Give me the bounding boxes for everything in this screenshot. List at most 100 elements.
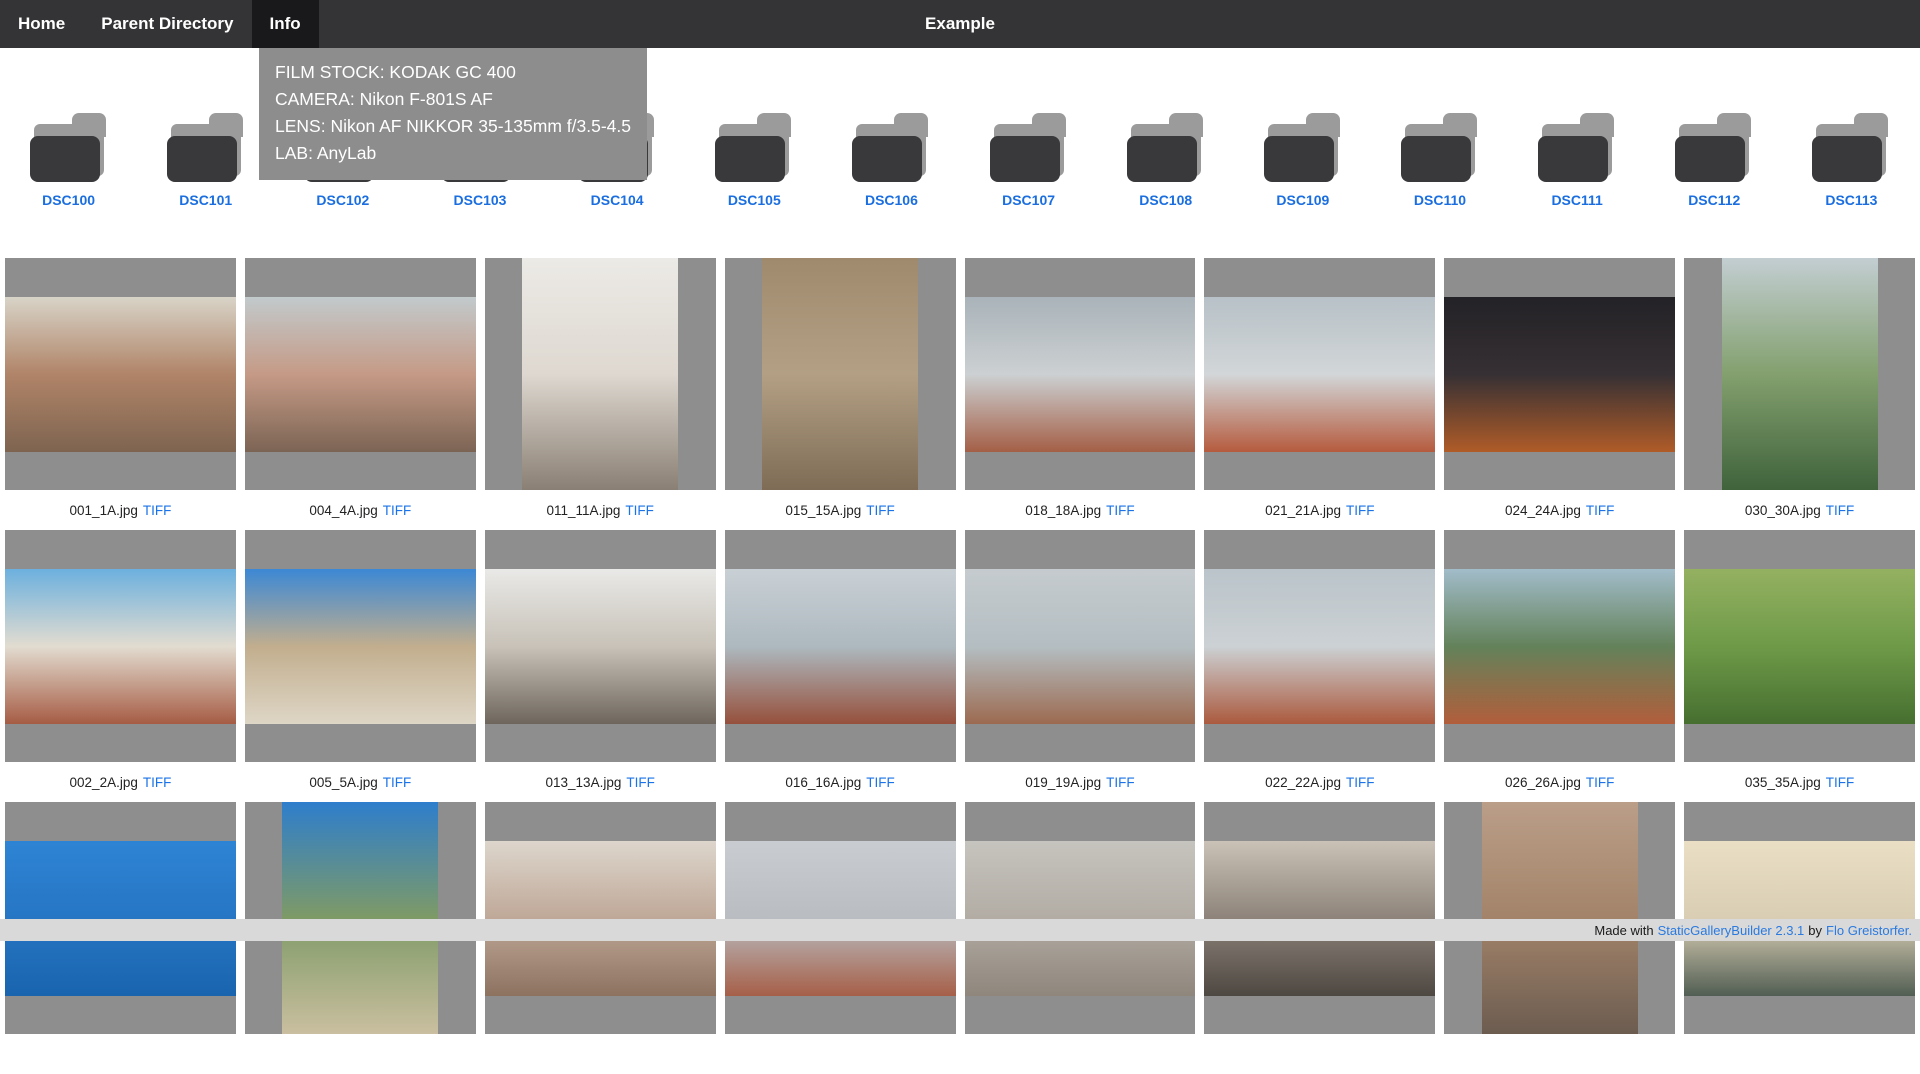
image-filename: 026_26A.jpg <box>1505 775 1581 790</box>
photo-image <box>1444 297 1675 452</box>
thumbnail[interactable] <box>1204 258 1435 490</box>
thumbnail[interactable] <box>725 258 956 490</box>
thumbnail-caption: 024_24A.jpg TIFF <box>1444 490 1675 530</box>
tiff-link[interactable]: TIFF <box>1586 775 1615 790</box>
thumbnail-caption: 004_4A.jpg TIFF <box>245 490 476 530</box>
gallery-cell: 002_2A.jpg TIFF <box>5 530 236 802</box>
thumbnail-caption: 013_13A.jpg TIFF <box>485 762 716 802</box>
thumbnail-caption: 019_19A.jpg TIFF <box>965 762 1196 802</box>
gallery-cell: 019_19A.jpg TIFF <box>965 530 1196 802</box>
tiff-link[interactable]: TIFF <box>866 503 895 518</box>
gallery-cell: 022_22A.jpg TIFF <box>1204 530 1435 802</box>
thumbnail-caption <box>1204 1034 1435 1074</box>
thumbnail[interactable] <box>1684 802 1915 1034</box>
thumbnail-caption: 021_21A.jpg TIFF <box>1204 490 1435 530</box>
folder-link-dsc112[interactable]: DSC112 <box>1646 104 1783 208</box>
tiff-link[interactable]: TIFF <box>1346 503 1375 518</box>
tiff-link[interactable]: TIFF <box>383 503 412 518</box>
author-link[interactable]: Flo Greistorfer. <box>1826 923 1912 938</box>
photo-image <box>762 258 918 490</box>
thumbnail-caption: 011_11A.jpg TIFF <box>485 490 716 530</box>
thumbnail[interactable] <box>725 530 956 762</box>
folder-link-dsc110[interactable]: DSC110 <box>1371 104 1508 208</box>
folder-link-dsc108[interactable]: DSC108 <box>1097 104 1234 208</box>
thumbnail[interactable] <box>965 530 1196 762</box>
tiff-link[interactable]: TIFF <box>625 503 654 518</box>
tiff-link[interactable]: TIFF <box>1826 775 1855 790</box>
nav-item-parent-directory[interactable]: Parent Directory <box>83 0 251 48</box>
folder-icon <box>1118 104 1214 184</box>
tiff-link[interactable]: TIFF <box>1106 775 1135 790</box>
thumbnail[interactable] <box>965 802 1196 1034</box>
folder-label: DSC107 <box>1002 192 1055 208</box>
tiff-link[interactable]: TIFF <box>143 775 172 790</box>
thumbnail[interactable] <box>965 258 1196 490</box>
folder-icon-front <box>990 136 1060 182</box>
folder-link-dsc101[interactable]: DSC101 <box>137 104 274 208</box>
thumbnail-caption: 001_1A.jpg TIFF <box>5 490 236 530</box>
thumbnail[interactable] <box>245 530 476 762</box>
nav-item-info[interactable]: Info <box>252 0 319 48</box>
thumbnail[interactable] <box>485 530 716 762</box>
folder-link-dsc109[interactable]: DSC109 <box>1234 104 1371 208</box>
thumbnail[interactable] <box>1204 802 1435 1034</box>
tiff-link[interactable]: TIFF <box>1106 503 1135 518</box>
static-gallery-builder-link[interactable]: StaticGalleryBuilder 2.3.1 <box>1658 923 1805 938</box>
thumbnail[interactable] <box>485 802 716 1034</box>
thumbnail[interactable] <box>5 530 236 762</box>
thumbnail[interactable] <box>1444 258 1675 490</box>
folder-link-dsc100[interactable]: DSC100 <box>0 104 137 208</box>
tiff-link[interactable]: TIFF <box>143 503 172 518</box>
photo-image <box>725 841 956 996</box>
folder-icon <box>1529 104 1625 184</box>
thumbnail[interactable] <box>245 802 476 1034</box>
thumbnail-caption <box>1684 1034 1915 1074</box>
folder-icon <box>1255 104 1351 184</box>
thumbnail[interactable] <box>1444 530 1675 762</box>
photo-image <box>245 569 476 724</box>
thumbnail-caption: 030_30A.jpg TIFF <box>1684 490 1915 530</box>
thumbnail[interactable] <box>1684 530 1915 762</box>
folder-link-dsc106[interactable]: DSC106 <box>823 104 960 208</box>
folder-link-dsc107[interactable]: DSC107 <box>960 104 1097 208</box>
folder-link-dsc111[interactable]: DSC111 <box>1509 104 1646 208</box>
footer: Made with StaticGalleryBuilder 2.3.1 by … <box>0 919 1920 941</box>
tiff-link[interactable]: TIFF <box>1346 775 1375 790</box>
nav-item-home[interactable]: Home <box>0 0 83 48</box>
thumbnail[interactable] <box>1684 258 1915 490</box>
thumbnail[interactable] <box>5 258 236 490</box>
thumbnail[interactable] <box>725 802 956 1034</box>
folder-icon <box>158 104 254 184</box>
tiff-link[interactable]: TIFF <box>626 775 655 790</box>
photo-image <box>5 569 236 724</box>
thumbnail-caption: 035_35A.jpg TIFF <box>1684 762 1915 802</box>
image-filename: 013_13A.jpg <box>546 775 622 790</box>
thumbnail[interactable] <box>1444 802 1675 1034</box>
thumbnail-caption <box>1444 1034 1675 1074</box>
folder-label: DSC100 <box>42 192 95 208</box>
photo-image <box>522 258 678 490</box>
thumbnail[interactable] <box>245 258 476 490</box>
thumbnail[interactable] <box>1204 530 1435 762</box>
tiff-link[interactable]: TIFF <box>1826 503 1855 518</box>
folder-label: DSC102 <box>316 192 369 208</box>
thumbnail-caption <box>965 1034 1196 1074</box>
thumbnail[interactable] <box>485 258 716 490</box>
folder-link-dsc105[interactable]: DSC105 <box>686 104 823 208</box>
tiff-link[interactable]: TIFF <box>1586 503 1615 518</box>
gallery-cell: 001_1A.jpg TIFF <box>5 258 236 530</box>
thumbnail-caption: 005_5A.jpg TIFF <box>245 762 476 802</box>
thumbnail[interactable] <box>5 802 236 1034</box>
top-nav: HomeParent DirectoryInfo Example <box>0 0 1920 48</box>
photo-image <box>1204 841 1435 996</box>
tiff-link[interactable]: TIFF <box>866 775 895 790</box>
gallery-cell: 035_35A.jpg TIFF <box>1684 530 1915 802</box>
photo-image <box>965 841 1196 996</box>
folder-icon-front <box>1264 136 1334 182</box>
folder-link-dsc113[interactable]: DSC113 <box>1783 104 1920 208</box>
tiff-link[interactable]: TIFF <box>383 775 412 790</box>
photo-image <box>1684 569 1915 724</box>
folder-icon <box>981 104 1077 184</box>
photo-image <box>485 841 716 996</box>
folder-icon-front <box>30 136 100 182</box>
